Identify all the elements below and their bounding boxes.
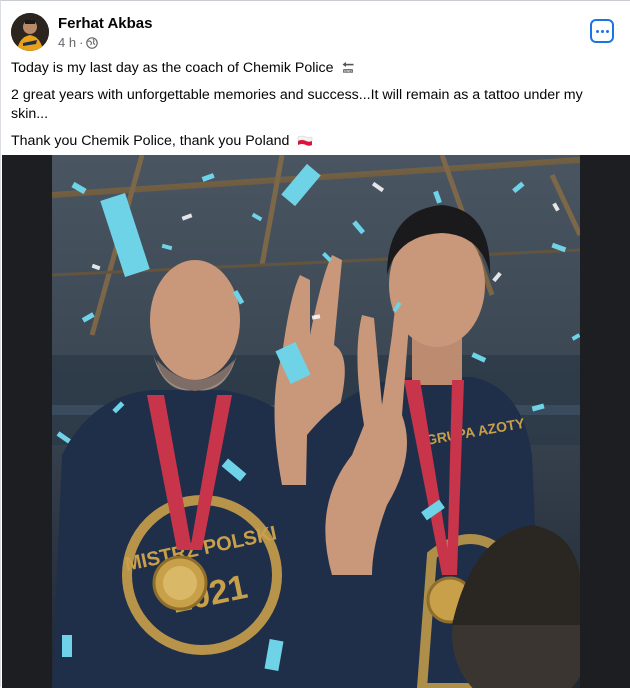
svg-text:END: END — [345, 69, 353, 73]
paragraph-text: 2 great years with unforgettable memorie… — [11, 87, 583, 122]
author-name[interactable]: Ferhat Akbas — [58, 15, 152, 33]
paragraph-text: Today is my last day as the coach of Che… — [11, 60, 334, 76]
facebook-post: Ferhat Akbas 4 h · Today is my last day … — [0, 0, 630, 688]
more-options-icon — [595, 29, 609, 33]
post-paragraph: Today is my last day as the coach of Che… — [11, 59, 611, 80]
avatar[interactable] — [11, 13, 49, 51]
post-meta: 4 h · — [58, 35, 152, 51]
paragraph-text: Thank you Chemik Police, thank you Polan… — [11, 133, 290, 149]
post-paragraph: Thank you Chemik Police, thank you Polan… — [11, 132, 611, 153]
globe-icon — [86, 37, 99, 49]
post-photo-container: MISTRZ POLSKI 2021 GRUPA AZOTY — [2, 155, 630, 688]
end-arrow-emoji: END — [341, 60, 355, 80]
poland-flag-emoji — [297, 134, 313, 153]
meta-separator: · — [79, 35, 84, 50]
post-photo[interactable]: MISTRZ POLSKI 2021 GRUPA AZOTY — [52, 155, 580, 688]
post-header: Ferhat Akbas 4 h · — [11, 13, 152, 51]
post-timestamp[interactable]: 4 h — [58, 35, 76, 51]
post-text: Today is my last day as the coach of Che… — [11, 59, 611, 161]
post-paragraph: 2 great years with unforgettable memorie… — [11, 86, 611, 124]
more-options-button[interactable] — [590, 19, 614, 43]
